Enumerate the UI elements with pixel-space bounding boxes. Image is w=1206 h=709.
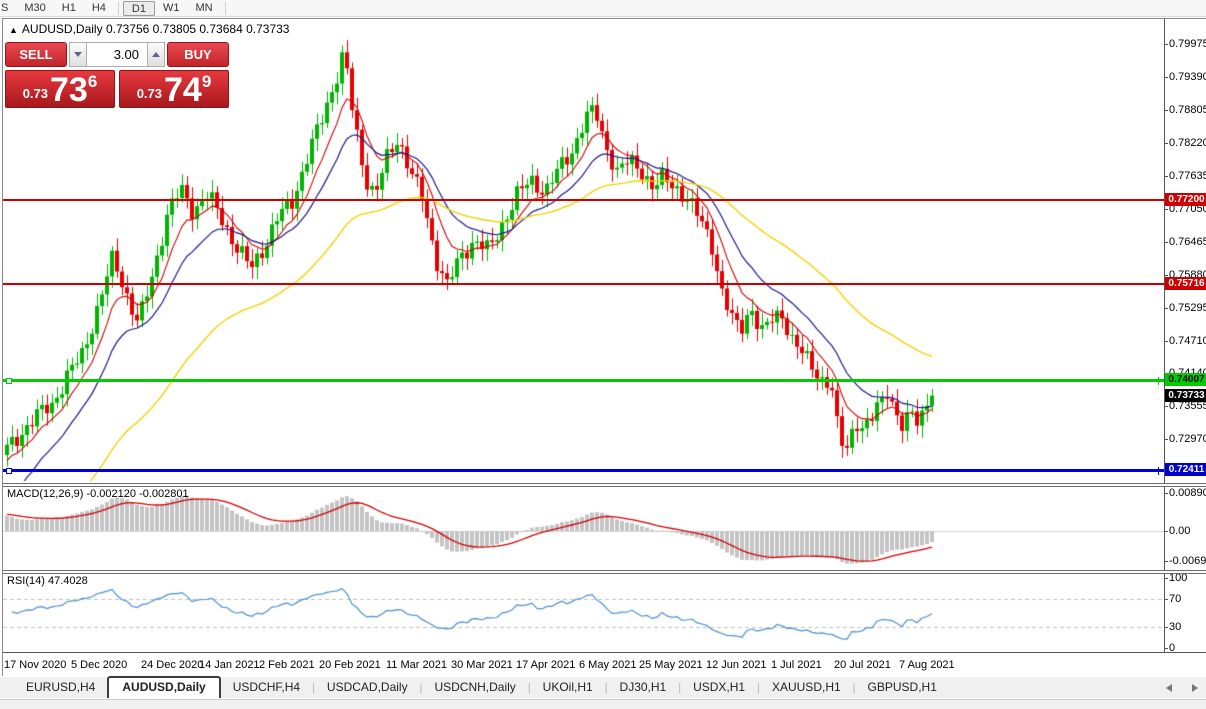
volume-increase-button[interactable]	[147, 42, 165, 67]
chart-symbol-period: AUDUSD,Daily	[21, 22, 103, 36]
triangle-down-icon	[74, 52, 82, 57]
price-level-badge: 0.74007	[1165, 373, 1206, 386]
tab-scroll-left-icon[interactable]	[1166, 684, 1172, 692]
price-level-line-0.77200[interactable]	[3, 199, 1164, 201]
price-axis-tick: 0.78805	[1165, 104, 1206, 116]
date-axis-label: 20 Jul 2021	[834, 659, 891, 671]
sell-price-display[interactable]: 0.73 73 6	[5, 70, 115, 108]
date-axis-label: 11 Mar 2021	[386, 659, 447, 671]
date-axis-label: 12 Jun 2021	[706, 659, 767, 671]
macd-axis-tick: 0.008903	[1165, 487, 1206, 499]
chart-tab-usdcnh-daily[interactable]: USDCNH,Daily	[422, 677, 527, 698]
date-axis-label: 17 Apr 2021	[516, 659, 576, 671]
price-level-badge: 0.72411	[1165, 463, 1206, 476]
price-level-line-0.72411[interactable]	[3, 466, 1164, 475]
price-axis[interactable]: 0.79975 0.79390 0.78805 0.78220 0.77635 0.770…	[1164, 19, 1206, 654]
chart-title: ▲ AUDUSD,Daily 0.73756 0.73805 0.73684 0.…	[9, 22, 289, 36]
current-price-badge: 0.73733	[1165, 389, 1206, 402]
price-axis-tick: 0.79390	[1165, 71, 1206, 83]
timeframe-button-s[interactable]: S	[0, 1, 16, 16]
sell-price-prefix: 0.73	[22, 86, 48, 101]
price-level-badge: 0.77200	[1165, 193, 1206, 206]
price-axis-tick: 0.75295	[1165, 302, 1206, 314]
rsi-axis-tick: 70	[1164, 593, 1182, 605]
date-axis-label: 2 Feb 2021	[259, 659, 315, 671]
chart-ohlc-readout: 0.73756 0.73805 0.73684 0.73733	[105, 22, 290, 36]
pane-splitter-macd[interactable]	[3, 483, 1206, 487]
price-level-badge: 0.75716	[1165, 277, 1206, 290]
chart-tab-dj30-h1[interactable]: DJ30,H1	[608, 677, 679, 698]
sell-price-big: 73	[50, 71, 88, 109]
macd-axis-tick: -0.00697	[1164, 555, 1206, 567]
timeframe-button-mn[interactable]: MN	[187, 1, 220, 16]
sell-price-pip: 6	[87, 72, 98, 91]
macd-label: MACD(12,26,9) -0.002120 -0.002801	[7, 488, 189, 500]
date-axis-label: 6 May 2021	[579, 659, 637, 671]
buy-button[interactable]: BUY	[167, 42, 229, 67]
buy-price-big: 74	[164, 71, 202, 109]
sell-button[interactable]: SELL	[5, 42, 67, 67]
timeframe-button-d1[interactable]: D1	[122, 0, 155, 16]
price-axis-tick: 0.77635	[1165, 170, 1206, 182]
date-axis-label: 17 Nov 2020	[4, 659, 67, 671]
timeframe-button-h1[interactable]: H1	[54, 1, 84, 16]
rsi-axis-tick: 30	[1164, 621, 1182, 633]
date-axis-label: 5 Dec 2020	[71, 659, 128, 671]
symbol-marker-icon: ▲	[9, 25, 18, 35]
trading-app: S M30 H1 H4 D1 W1 MN ▲ AUDUSD,Daily 0.73756 0.7…	[0, 0, 1206, 709]
bottom-status-strip	[0, 699, 1206, 709]
one-click-trade-panel: SELL BUY 0.73 73 6 0.73 74 9	[5, 42, 229, 108]
volume-decrease-button[interactable]	[69, 42, 87, 67]
chart-tab-ukoil-h1[interactable]: UKOil,H1	[531, 677, 605, 698]
timeframe-button-w1[interactable]: W1	[155, 1, 188, 16]
chart-tab-usdcad-daily[interactable]: USDCAD,Daily	[315, 677, 420, 698]
macd-axis-tick: 0.00	[1164, 525, 1191, 537]
buy-price-prefix: 0.73	[136, 86, 162, 101]
triangle-up-icon	[152, 52, 160, 57]
tab-scroll-controls	[1166, 684, 1198, 692]
rsi-label: RSI(14) 47.4028	[7, 575, 88, 587]
timeframe-button-m30[interactable]: M30	[16, 1, 53, 16]
buy-price-display[interactable]: 0.73 74 9	[119, 70, 229, 108]
price-axis-tick: 0.79975	[1165, 38, 1206, 50]
chart-overlay	[3, 19, 1164, 652]
price-axis-tick: 0.74710	[1165, 335, 1206, 347]
date-axis-label: 20 Feb 2021	[319, 659, 381, 671]
date-axis-label: 14 Jan 2021	[199, 659, 260, 671]
price-axis-tick: 0.72970	[1165, 433, 1206, 445]
chart-tab-usdchf-h4[interactable]: USDCHF,H4	[221, 677, 312, 698]
date-axis-label: 24 Dec 2020	[141, 659, 204, 671]
toolbar-separator	[117, 1, 119, 15]
timeframe-toolbar: S M30 H1 H4 D1 W1 MN	[0, 0, 1206, 17]
chart-tab-usdx-h1[interactable]: USDX,H1	[681, 677, 757, 698]
price-level-line-0.75716[interactable]	[3, 283, 1164, 285]
toolbar-separator	[224, 1, 226, 15]
tab-scroll-right-icon[interactable]	[1192, 684, 1198, 692]
chart-window: ▲ AUDUSD,Daily 0.73756 0.73805 0.73684 0.…	[2, 18, 1206, 676]
timeframe-button-h4[interactable]: H4	[84, 1, 114, 16]
tab-strip: EURUSD,H4 AUDUSD,Daily USDCHF,H4 | USDCAD,Da…	[14, 676, 949, 698]
price-level-line-0.74007[interactable]	[3, 376, 1164, 385]
chart-tab-bar: EURUSD,H4 AUDUSD,Daily USDCHF,H4 | USDCAD,Da…	[0, 676, 1206, 698]
chart-tab-xauusd-h1[interactable]: XAUUSD,H1	[760, 677, 853, 698]
volume-input[interactable]	[87, 42, 147, 67]
chart-tab-gbpusd-h1[interactable]: GBPUSD,H1	[856, 677, 949, 698]
buy-price-pip: 9	[201, 72, 212, 91]
pane-splitter-rsi[interactable]	[3, 570, 1206, 574]
price-axis-tick: 0.76465	[1165, 236, 1206, 248]
price-axis-tick: 0.78220	[1165, 137, 1206, 149]
chart-tab-audusd-daily[interactable]: AUDUSD,Daily	[107, 676, 221, 698]
date-axis[interactable]: 17 Nov 2020 5 Dec 2020 24 Dec 2020 14 Jan 2…	[3, 652, 1206, 677]
date-axis-label: 1 Jul 2021	[771, 659, 822, 671]
volume-stepper	[69, 42, 165, 67]
date-axis-label: 25 May 2021	[639, 659, 703, 671]
date-axis-label: 7 Aug 2021	[899, 659, 955, 671]
date-axis-label: 30 Mar 2021	[451, 659, 513, 671]
chart-tab-eurusd-h4[interactable]: EURUSD,H4	[14, 677, 107, 698]
